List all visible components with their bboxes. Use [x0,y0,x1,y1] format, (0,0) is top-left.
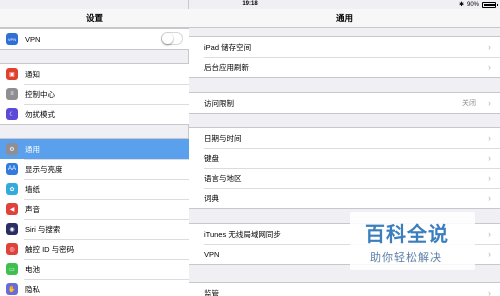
settings-row[interactable]: 访问限制 关闭 › [189,93,500,113]
sidebar-item-label: 通用 [25,144,40,154]
chevron-right-icon: › [488,173,491,183]
sidebar-item-label: 触控 ID 与密码 [25,244,75,254]
sidebar-item-vpn[interactable]: VPN VPN [0,29,189,49]
sidebar-vpn-group: VPN VPN [0,28,189,50]
control-center-icon: ≡ [6,88,18,100]
main-group-5: 监管 › [189,282,500,296]
settings-row-label: VPN [204,249,220,259]
sidebar-item[interactable]: AA 显示与亮度 [0,159,189,179]
display-icon: AA [6,163,18,175]
sidebar-item-label: 隐私 [25,284,40,294]
fingerprint-icon: ◎ [6,243,18,255]
page-title: 通用 [189,9,500,28]
settings-row-label: 词典 [204,193,219,203]
sidebar-item[interactable]: ✋ 隐私 [0,279,189,296]
settings-row[interactable]: 语言与地区 › [189,168,500,188]
gear-icon: ⚙ [6,143,18,155]
watermark-slogan: 助你轻松解决 [370,252,442,264]
settings-sidebar: 设置 VPN VPN ▣ 通知 ≡ 控制中心 ☾ 勿扰模式 ⚙ 通用 AA 显示与亮度 ✿ 墙纸 ◀ 声… [0,0,189,296]
settings-row[interactable]: 监管 › [189,283,500,296]
sidebar-item-label: VPN [25,34,41,44]
sound-icon: ◀ [6,203,18,215]
battery-icon: ▭ [6,263,18,275]
settings-row[interactable]: 词典 › [189,188,500,208]
chevron-right-icon: › [488,98,491,108]
vpn-toggle[interactable] [161,32,183,45]
sidebar-item-label: 声音 [25,204,40,214]
chevron-right-icon: › [488,62,491,72]
watermark-logo: 百科全说 助你轻松解决 [350,212,475,270]
sidebar-item[interactable]: ◉ Siri 与搜索 [0,219,189,239]
settings-row[interactable]: 后台应用刷新 › [189,57,500,77]
siri-icon: ◉ [6,223,18,235]
sidebar-item-label: 电池 [25,264,40,274]
main-group-2: 访问限制 关闭 › [189,92,500,114]
chevron-right-icon: › [488,229,491,239]
settings-row-label: 后台应用刷新 [204,62,249,72]
chevron-right-icon: › [488,288,491,296]
vpn-icon: VPN [6,33,18,45]
chevron-right-icon: › [488,42,491,52]
sidebar-item[interactable]: ▭ 电池 [0,259,189,279]
sidebar-group-1: ▣ 通知 ≡ 控制中心 ☾ 勿扰模式 [0,63,189,125]
settings-row[interactable]: 键盘 › [189,148,500,168]
settings-row[interactable]: iPad 储存空间 › [189,37,500,57]
sidebar-item-label: 墙纸 [25,184,40,194]
settings-row-label: 访问限制 [204,98,234,108]
sidebar-item-label: 勿扰模式 [25,109,55,119]
sidebar-item[interactable]: ◎ 触控 ID 与密码 [0,239,189,259]
sidebar-item[interactable]: ✿ 墙纸 [0,179,189,199]
sidebar-item-label: 控制中心 [25,89,55,99]
settings-row-label: 语言与地区 [204,173,242,183]
settings-row-label: iPad 储存空间 [204,42,252,52]
moon-icon: ☾ [6,108,18,120]
sidebar-item[interactable]: ▣ 通知 [0,64,189,84]
sidebar-item-label: 通知 [25,69,40,79]
chevron-right-icon: › [488,133,491,143]
chevron-right-icon: › [488,249,491,259]
sidebar-group-2: ⚙ 通用 AA 显示与亮度 ✿ 墙纸 ◀ 声音 ◉ Siri 与搜索 ◎ 触控 ID 与密码 ▭ 电池 ✋ 隐… [0,138,189,296]
sidebar-title: 设置 [0,9,189,28]
sidebar-item-label: Siri 与搜索 [25,224,61,234]
sidebar-item[interactable]: ⚙ 通用 [0,139,189,159]
watermark-title: 百科全说 [365,224,449,246]
settings-row[interactable]: 日期与时间 › [189,128,500,148]
sidebar-item[interactable]: ≡ 控制中心 [0,84,189,104]
hand-icon: ✋ [6,283,18,295]
settings-row-value: 关闭 [462,100,476,107]
settings-row-label: iTunes 无线局域网同步 [204,229,281,239]
chevron-right-icon: › [488,153,491,163]
settings-row-label: 日期与时间 [204,133,242,143]
wallpaper-icon: ✿ [6,183,18,195]
main-group-3: 日期与时间 › 键盘 › 语言与地区 › 词典 › [189,127,500,209]
toggle-knob [162,33,173,44]
main-group-1: iPad 储存空间 › 后台应用刷新 › [189,36,500,78]
chevron-right-icon: › [488,193,491,203]
settings-row-label: 键盘 [204,153,219,163]
sidebar-item[interactable]: ◀ 声音 [0,199,189,219]
sidebar-item[interactable]: ☾ 勿扰模式 [0,104,189,124]
notification-icon: ▣ [6,68,18,80]
settings-row-label: 监管 [204,288,219,296]
sidebar-item-label: 显示与亮度 [25,164,63,174]
